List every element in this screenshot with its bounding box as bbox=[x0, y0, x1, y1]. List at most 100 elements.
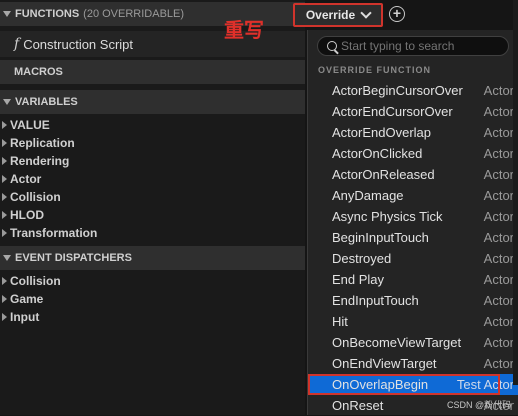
override-function-item[interactable]: BeginInputTouch Actor bbox=[308, 227, 518, 248]
override-function-item[interactable]: OnEndViewTarget Actor bbox=[308, 353, 518, 374]
category-label: Rendering bbox=[10, 154, 70, 168]
override-function-section-label: OVERRIDE FUNCTION bbox=[318, 65, 432, 75]
category-label: Game bbox=[10, 292, 44, 306]
collapse-triangle-icon[interactable] bbox=[3, 99, 11, 105]
function-category: Actor bbox=[483, 293, 514, 308]
category-label: VALUE bbox=[10, 118, 50, 132]
override-function-item[interactable]: Destroyed Actor bbox=[308, 248, 518, 269]
function-name: AnyDamage bbox=[332, 188, 404, 203]
search-input[interactable] bbox=[341, 39, 501, 53]
function-name: ActorEndCursorOver bbox=[332, 104, 453, 119]
override-function-item[interactable]: ActorOnClicked Actor bbox=[308, 143, 518, 164]
expand-arrow-icon[interactable] bbox=[2, 313, 7, 321]
override-function-item[interactable]: End Play Actor bbox=[308, 269, 518, 290]
function-name: ActorBeginCursorOver bbox=[332, 83, 463, 98]
function-name: Destroyed bbox=[332, 251, 392, 266]
annotation-text: 重写 bbox=[224, 18, 264, 42]
override-function-item[interactable]: Async Physics Tick Actor bbox=[308, 206, 518, 227]
function-name: Hit bbox=[332, 314, 348, 329]
variable-category-replication[interactable]: Replication bbox=[0, 134, 305, 152]
variable-category-rendering[interactable]: Rendering bbox=[0, 152, 305, 170]
function-category: Actor bbox=[483, 356, 514, 371]
expand-arrow-icon[interactable] bbox=[2, 295, 7, 303]
function-name: ActorOnClicked bbox=[332, 146, 423, 161]
category-label: Actor bbox=[10, 172, 42, 186]
search-box[interactable] bbox=[317, 36, 509, 56]
override-function-item[interactable]: ActorEndOverlap Actor bbox=[308, 122, 518, 143]
function-name: OnBecomeViewTarget bbox=[332, 335, 462, 350]
function-category: Actor bbox=[483, 188, 514, 203]
dispatcher-category-game[interactable]: Game bbox=[0, 290, 305, 308]
macros-title: MACROS bbox=[14, 66, 63, 78]
function-name: BeginInputTouch bbox=[332, 230, 429, 245]
dispatcher-category-collision[interactable]: Collision bbox=[0, 272, 305, 290]
expand-arrow-icon[interactable] bbox=[2, 139, 7, 147]
override-function-item[interactable]: EndInputTouch Actor bbox=[308, 290, 518, 311]
functions-count: (20 OVERRIDABLE) bbox=[83, 8, 185, 20]
override-function-item[interactable]: Hit Actor bbox=[308, 311, 518, 332]
function-category: Actor bbox=[483, 125, 514, 140]
function-name: EndInputTouch bbox=[332, 293, 419, 308]
override-function-menu: OVERRIDE FUNCTION ActorBeginCursorOverAc… bbox=[307, 30, 518, 415]
expand-arrow-icon[interactable] bbox=[2, 193, 7, 201]
override-dropdown-button[interactable]: Override bbox=[293, 3, 383, 27]
search-icon bbox=[327, 41, 337, 51]
variable-category-hlod[interactable]: HLOD bbox=[0, 206, 305, 224]
variable-category-actor[interactable]: Actor bbox=[0, 170, 305, 188]
my-blueprint-panel: FUNCTIONS (20 OVERRIDABLE) f Constructio… bbox=[0, 0, 305, 415]
override-label: Override bbox=[305, 8, 356, 22]
function-name: ActorEndOverlap bbox=[332, 125, 431, 140]
variables-title: VARIABLES bbox=[15, 96, 78, 108]
function-name: End Play bbox=[332, 272, 385, 287]
macros-header[interactable]: MACROS bbox=[0, 60, 305, 84]
function-category: Actor bbox=[483, 251, 514, 266]
override-function-item[interactable]: AnyDamage Actor bbox=[308, 185, 518, 206]
function-name: Async Physics Tick bbox=[332, 209, 443, 224]
function-category: Actor bbox=[483, 209, 514, 224]
highlight-box bbox=[308, 374, 500, 395]
dispatcher-category-input[interactable]: Input bbox=[0, 308, 305, 326]
category-label: Input bbox=[10, 310, 40, 324]
override-function-item[interactable]: ActorBeginCursorOver Actor bbox=[308, 80, 518, 101]
category-label: Collision bbox=[10, 190, 61, 204]
expand-arrow-icon[interactable] bbox=[2, 229, 7, 237]
override-function-item[interactable]: ActorOnReleased Actor bbox=[308, 164, 518, 185]
expand-arrow-icon[interactable] bbox=[2, 157, 7, 165]
function-category: Actor bbox=[483, 335, 514, 350]
expand-arrow-icon[interactable] bbox=[2, 121, 7, 129]
collapse-triangle-icon[interactable] bbox=[3, 255, 11, 261]
variable-category-transformation[interactable]: Transformation bbox=[0, 224, 305, 242]
category-label: Replication bbox=[10, 136, 75, 150]
function-icon: f bbox=[14, 36, 20, 52]
collapse-triangle-icon[interactable] bbox=[3, 11, 11, 17]
variable-category-collision[interactable]: Collision bbox=[0, 188, 305, 206]
function-category: Actor bbox=[483, 146, 514, 161]
expand-arrow-icon[interactable] bbox=[2, 175, 7, 183]
watermark: CSDN @粉代码 bbox=[447, 400, 512, 410]
functions-title: FUNCTIONS bbox=[15, 8, 80, 20]
expand-arrow-icon[interactable] bbox=[2, 211, 7, 219]
event-dispatchers-header[interactable]: EVENT DISPATCHERS bbox=[0, 246, 305, 270]
category-label: Transformation bbox=[10, 226, 98, 240]
function-category: Actor bbox=[483, 230, 514, 245]
event-dispatchers-title: EVENT DISPATCHERS bbox=[15, 252, 132, 264]
construction-script-label: Construction Script bbox=[23, 36, 134, 52]
function-category: Actor bbox=[483, 83, 514, 98]
function-category: Actor bbox=[483, 104, 514, 119]
function-category: Actor bbox=[483, 314, 514, 329]
function-name: OnReset bbox=[332, 398, 384, 413]
category-label: Collision bbox=[10, 274, 61, 288]
variables-header[interactable]: VARIABLES bbox=[0, 90, 305, 114]
override-function-item[interactable]: OnBecomeViewTarget Actor bbox=[308, 332, 518, 353]
function-category: Actor bbox=[483, 167, 514, 182]
chevron-down-icon bbox=[360, 7, 372, 19]
function-category: Actor bbox=[483, 272, 514, 287]
variable-category-value[interactable]: VALUE bbox=[0, 116, 305, 134]
menu-scrollbar[interactable] bbox=[513, 0, 518, 385]
function-name: OnEndViewTarget bbox=[332, 356, 437, 371]
category-label: HLOD bbox=[10, 208, 44, 222]
override-function-item[interactable]: ActorEndCursorOver Actor bbox=[308, 101, 518, 122]
function-name: ActorOnReleased bbox=[332, 167, 435, 182]
expand-arrow-icon[interactable] bbox=[2, 277, 7, 285]
add-function-button[interactable]: + bbox=[389, 6, 405, 22]
